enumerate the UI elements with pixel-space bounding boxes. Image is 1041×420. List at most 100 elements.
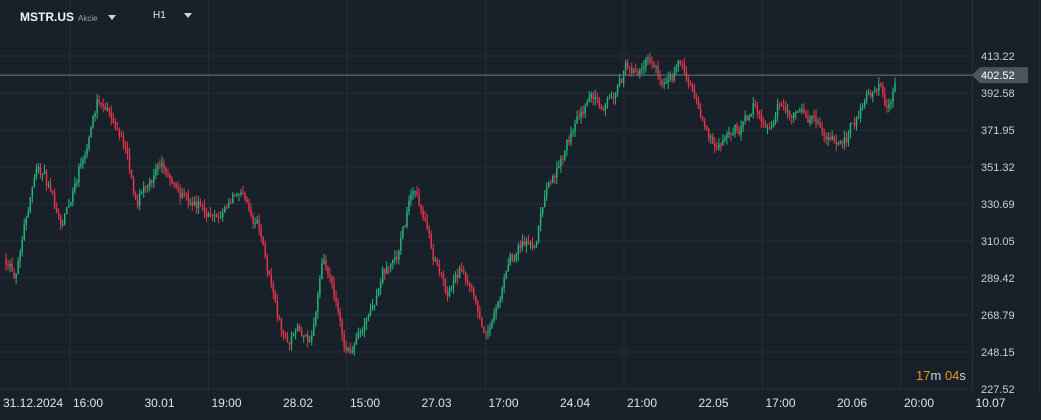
candle-up — [385, 266, 388, 274]
x-tick-time: 16:00 — [73, 396, 103, 410]
candle-up — [365, 318, 368, 325]
candle-down — [527, 241, 530, 245]
candle-up — [353, 344, 356, 351]
candle-up — [859, 107, 862, 118]
candle-down — [689, 82, 692, 86]
candle-down — [159, 165, 161, 167]
candle-up — [357, 332, 360, 338]
y-tick-label: 371.95 — [981, 125, 1015, 137]
candle-up — [855, 117, 858, 126]
candle-up — [68, 205, 70, 208]
candle-down — [272, 284, 275, 293]
candle-up — [560, 158, 562, 167]
symbol-selector[interactable]: MSTR.US Akcie — [20, 10, 116, 24]
candle-down — [300, 330, 303, 337]
candle-down — [418, 195, 420, 206]
candle-down — [578, 116, 580, 118]
candle-down — [720, 144, 722, 146]
candle-up — [543, 196, 546, 208]
candle-down — [691, 85, 694, 91]
candle-up — [772, 123, 775, 128]
current-price-label: 402.52 — [972, 67, 1028, 84]
candle-up — [608, 98, 611, 100]
candle-up — [86, 148, 88, 156]
candle-down — [626, 62, 629, 68]
candle-up — [509, 254, 511, 265]
candle-up — [90, 127, 92, 138]
candle-up — [537, 226, 540, 242]
candle-down — [460, 268, 463, 270]
candle-up — [489, 327, 491, 332]
candle-down — [187, 194, 190, 203]
y-tick-label: 413.22 — [981, 51, 1015, 63]
candle-down — [211, 215, 214, 217]
candle-up — [400, 238, 402, 252]
chart-toolbar: MSTR.US Akcie H1 — [0, 0, 1041, 34]
candle-down — [151, 180, 153, 184]
candle-down — [637, 71, 639, 75]
candle-down — [258, 220, 260, 229]
candle-down — [471, 286, 473, 288]
candle-up — [72, 191, 74, 203]
candle-up — [570, 132, 572, 143]
candle-down — [756, 105, 759, 112]
candle-down — [876, 90, 878, 92]
candle-down — [264, 244, 266, 257]
candle-up — [256, 220, 258, 224]
candle-up — [616, 84, 619, 93]
candle-down — [169, 175, 171, 179]
candle-up — [606, 98, 609, 105]
candle-down — [130, 169, 133, 179]
candle-down — [746, 115, 748, 120]
timeframe-selector[interactable]: H1 — [153, 10, 192, 21]
candle-up — [827, 137, 829, 140]
candle-up — [359, 331, 362, 333]
candle-up — [47, 184, 50, 186]
candle-up — [865, 94, 868, 102]
candlestick-chart[interactable]: 413.22 392.58 371.95 351.32 330.69 310.05 289.… — [0, 0, 1041, 420]
candle-up — [43, 171, 46, 174]
candle-down — [185, 193, 187, 195]
candle-down — [144, 186, 147, 188]
y-tick-label: 227.52 — [981, 384, 1015, 396]
candle-up — [9, 263, 11, 267]
candle-down — [396, 256, 398, 260]
candle-up — [847, 133, 850, 143]
candle-down — [266, 256, 268, 271]
candle-down — [183, 193, 185, 195]
candle-up — [223, 206, 226, 213]
candle-up — [63, 214, 66, 225]
candle-down — [165, 167, 167, 173]
candle-up — [315, 311, 317, 325]
candle-down — [280, 318, 283, 332]
x-tick-time: 17:00 — [766, 396, 796, 410]
candle-down — [523, 241, 526, 246]
candle-down — [711, 136, 714, 144]
candle-up — [367, 314, 370, 319]
candle-up — [15, 273, 17, 278]
candle-up — [408, 200, 410, 212]
candle-down — [163, 163, 165, 168]
candle-down — [438, 264, 441, 273]
candle-up — [888, 103, 890, 109]
candle-down — [819, 122, 821, 128]
candle-up — [313, 324, 315, 336]
candle-down — [790, 116, 793, 119]
candle-up — [801, 109, 803, 112]
candle-down — [288, 342, 291, 344]
candle-up — [799, 111, 801, 113]
candle-up — [742, 121, 744, 127]
candle-down — [339, 311, 341, 321]
candle-down — [248, 202, 250, 210]
candle-down — [592, 94, 595, 99]
candle-up — [157, 165, 159, 170]
x-tick-date: 27.03 — [422, 396, 452, 410]
candle-up — [450, 287, 453, 289]
candle-down — [681, 63, 684, 65]
candle-up — [752, 103, 754, 115]
candle-up — [88, 137, 90, 149]
candle-up — [839, 141, 842, 143]
chart-grid — [0, 0, 1040, 392]
candle-up — [645, 59, 647, 67]
candle-down — [714, 143, 716, 148]
